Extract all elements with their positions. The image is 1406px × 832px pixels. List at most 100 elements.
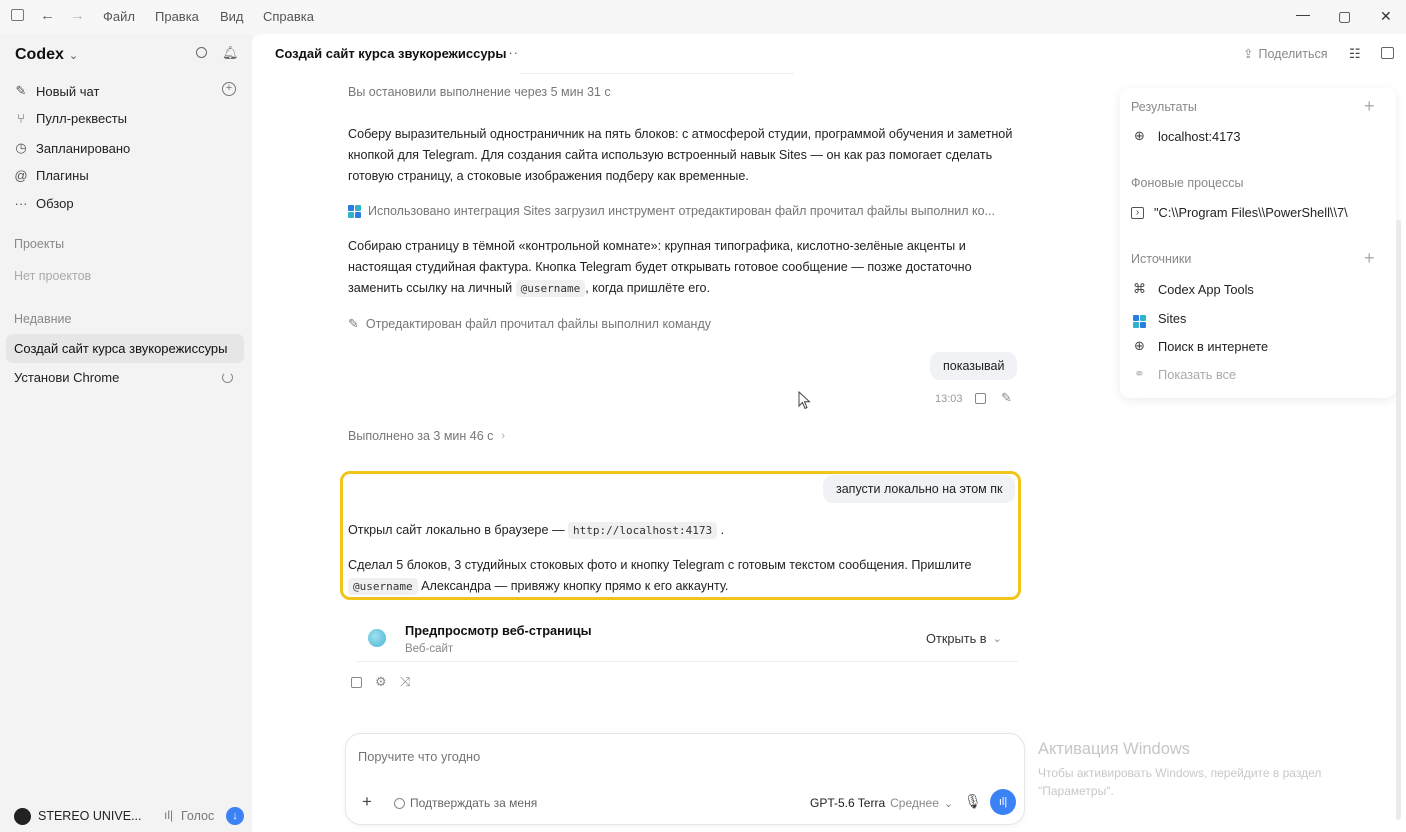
assistant-paragraph: Соберу выразительный одностраничник на п… bbox=[348, 127, 1013, 183]
panel-right-icon[interactable] bbox=[1381, 47, 1394, 59]
sources-header: Источники bbox=[1131, 252, 1192, 266]
globe-icon bbox=[368, 629, 386, 647]
add-result-icon[interactable]: + bbox=[1364, 96, 1375, 117]
chevron-down-icon: ⌄ bbox=[943, 797, 954, 810]
menu-bar: ← → Файл Правка Вид Справка — ▢ ✕ bbox=[0, 0, 1406, 34]
model-selector[interactable]: GPT-5.6 Terra Среднее ⌄ bbox=[810, 796, 953, 810]
share-button[interactable]: ⇪ Поделиться bbox=[1243, 46, 1328, 62]
microphone-icon[interactable]: 🎙︎ bbox=[964, 793, 982, 810]
web-preview-card[interactable]: Предпросмотр веб-страницы Веб-сайт Откры… bbox=[356, 616, 1018, 662]
user-message: показывай bbox=[930, 352, 1018, 380]
update-download-icon[interactable]: ↓ bbox=[226, 807, 244, 825]
sites-icon bbox=[348, 204, 361, 218]
sidebar-item-plugins[interactable]: @ Плагины bbox=[14, 168, 88, 183]
at-icon: @ bbox=[14, 168, 28, 183]
maximize-icon[interactable]: ▢ bbox=[1338, 8, 1351, 25]
close-icon[interactable]: ✕ bbox=[1380, 8, 1392, 25]
projects-header: Проекты bbox=[14, 237, 65, 251]
windows-activation-text: Чтобы активировать Windows, перейдите в … bbox=[1038, 766, 1322, 798]
forward-arrow-icon[interactable]: → bbox=[70, 7, 85, 24]
menu-file[interactable]: Файл bbox=[103, 9, 135, 24]
tool-usage-line[interactable]: ✎ Отредактирован файл прочитал файлы вып… bbox=[348, 316, 711, 332]
prompt-input[interactable] bbox=[358, 746, 998, 766]
menu-edit[interactable]: Правка bbox=[155, 9, 199, 24]
effort-label: Среднее bbox=[890, 796, 939, 810]
feedback-icon[interactable]: ⚙ bbox=[375, 674, 387, 690]
sidebar: Codex ⌄ 🔔︎ ✎ Новый чат + ⑂ Пулл-реквесты… bbox=[0, 34, 252, 832]
paragraph-text: . bbox=[720, 523, 725, 537]
chevron-down-icon: ⌄ bbox=[68, 49, 79, 62]
thread-title: Создай сайт курса звукорежиссуры bbox=[275, 46, 507, 61]
sidebar-item-label: Новый чат bbox=[36, 83, 100, 99]
show-all-link[interactable]: ⚭ Показать все bbox=[1131, 366, 1353, 382]
done-note[interactable]: Выполнено за 3 мин 46 с › bbox=[348, 429, 505, 443]
tool-usage-text: Использовано интеграция Sites загрузил и… bbox=[368, 204, 996, 218]
sidebar-item-label: Запланировано bbox=[36, 140, 131, 156]
globe-icon: ⊕ bbox=[1134, 128, 1145, 143]
scrollbar[interactable] bbox=[1396, 220, 1401, 820]
show-all-label: Показать все bbox=[1158, 366, 1237, 382]
bell-icon[interactable]: 🔔︎ bbox=[222, 45, 239, 61]
source-label: Codex App Tools bbox=[1158, 281, 1254, 297]
result-item[interactable]: ⊕ localhost:4173 bbox=[1131, 128, 1353, 144]
approve-toggle[interactable]: Подтверждать за меня bbox=[394, 796, 537, 810]
paragraph-text: Сделал 5 блоков, 3 студийных стоковых фо… bbox=[348, 558, 972, 572]
tool-usage-line[interactable]: Использовано интеграция Sites загрузил и… bbox=[348, 204, 995, 218]
source-item[interactable]: ⊕ Поиск в интернете bbox=[1131, 338, 1353, 354]
add-source-icon[interactable]: + bbox=[1364, 248, 1375, 269]
source-item[interactable]: ⌘ Codex App Tools bbox=[1131, 281, 1353, 297]
sidebar-toggle-icon[interactable] bbox=[11, 9, 24, 21]
assistant-paragraph: Собираю страницу в тёмной «контрольной к… bbox=[348, 236, 1020, 299]
globe-icon: ⊕ bbox=[1134, 338, 1145, 353]
app-switcher[interactable]: Codex ⌄ bbox=[15, 46, 78, 64]
terminal-icon: › bbox=[1131, 206, 1144, 219]
menu-help[interactable]: Справка bbox=[263, 9, 314, 24]
sidebar-item-pull-requests[interactable]: ⑂ Пулл-реквесты bbox=[14, 111, 127, 126]
inline-code: @username bbox=[515, 280, 586, 297]
copy-icon[interactable] bbox=[975, 393, 986, 404]
paragraph-text: Александра — привяжу кнопку прямо к его … bbox=[421, 579, 729, 593]
share-label: Поделиться bbox=[1258, 46, 1328, 61]
sidebar-item-scheduled[interactable]: ◷ Запланировано bbox=[14, 140, 130, 156]
avatar[interactable] bbox=[14, 808, 31, 825]
add-attachment-icon[interactable]: + bbox=[362, 792, 372, 812]
minimize-icon[interactable]: — bbox=[1296, 6, 1310, 22]
recent-item[interactable]: Установи Chrome bbox=[14, 370, 119, 385]
branch-icon[interactable]: ⤨ bbox=[400, 674, 410, 690]
source-item[interactable]: Sites bbox=[1131, 309, 1353, 328]
copy-icon[interactable] bbox=[351, 677, 362, 688]
menu-view[interactable]: Вид bbox=[220, 9, 244, 24]
background-processes-header: Фоновые процессы bbox=[1131, 176, 1244, 190]
open-in-label: Открыть в bbox=[926, 631, 987, 646]
recent-header: Недавние bbox=[14, 312, 72, 326]
shield-icon bbox=[394, 797, 405, 809]
source-label: Sites bbox=[1158, 311, 1187, 326]
back-arrow-icon[interactable]: ← bbox=[40, 7, 55, 24]
panel-list-icon[interactable]: ☷ bbox=[1349, 46, 1361, 62]
divider bbox=[520, 73, 794, 74]
sidebar-item-overview[interactable]: ··· Обзор bbox=[14, 196, 74, 211]
composer: + Подтверждать за меня GPT-5.6 Terra Сре… bbox=[345, 733, 1025, 825]
add-circle-icon[interactable]: + bbox=[222, 82, 236, 96]
assistant-paragraph: Открыл сайт локально в браузере — http:/… bbox=[348, 520, 1016, 541]
windows-activation-title: Активация Windows bbox=[1038, 740, 1191, 758]
user-name[interactable]: STEREO UNIVE... bbox=[38, 809, 142, 823]
recent-item-active[interactable]: Создай сайт курса звукорежиссуры bbox=[6, 334, 244, 363]
edit-icon[interactable]: ✎ bbox=[1001, 390, 1012, 406]
search-icon[interactable] bbox=[196, 47, 207, 58]
model-label: GPT-5.6 Terra bbox=[810, 796, 886, 810]
link-icon: ⚭ bbox=[1134, 366, 1145, 381]
recent-item-label: Создай сайт курса звукорежиссуры bbox=[14, 341, 228, 356]
open-in-dropdown[interactable]: Открыть в ⌄ bbox=[926, 631, 1002, 646]
voice-send-button[interactable]: ıl| bbox=[990, 789, 1016, 815]
result-label: localhost:4173 bbox=[1158, 128, 1241, 144]
sidebar-item-new-chat[interactable]: ✎ Новый чат bbox=[14, 83, 100, 99]
background-process-item[interactable]: › "C:\\Program Files\\PowerShell\\7\ bbox=[1131, 205, 1353, 220]
voice-label[interactable]: Голос bbox=[181, 809, 214, 823]
inline-code[interactable]: http://localhost:4173 bbox=[568, 522, 718, 539]
share-icon: ⇪ bbox=[1243, 47, 1254, 61]
done-note-text: Выполнено за 3 мин 46 с bbox=[348, 429, 494, 443]
thread-more-icon[interactable]: ··· bbox=[503, 45, 519, 60]
preview-title: Предпросмотр веб-страницы bbox=[405, 623, 592, 638]
edit-icon: ✎ bbox=[15, 83, 27, 98]
